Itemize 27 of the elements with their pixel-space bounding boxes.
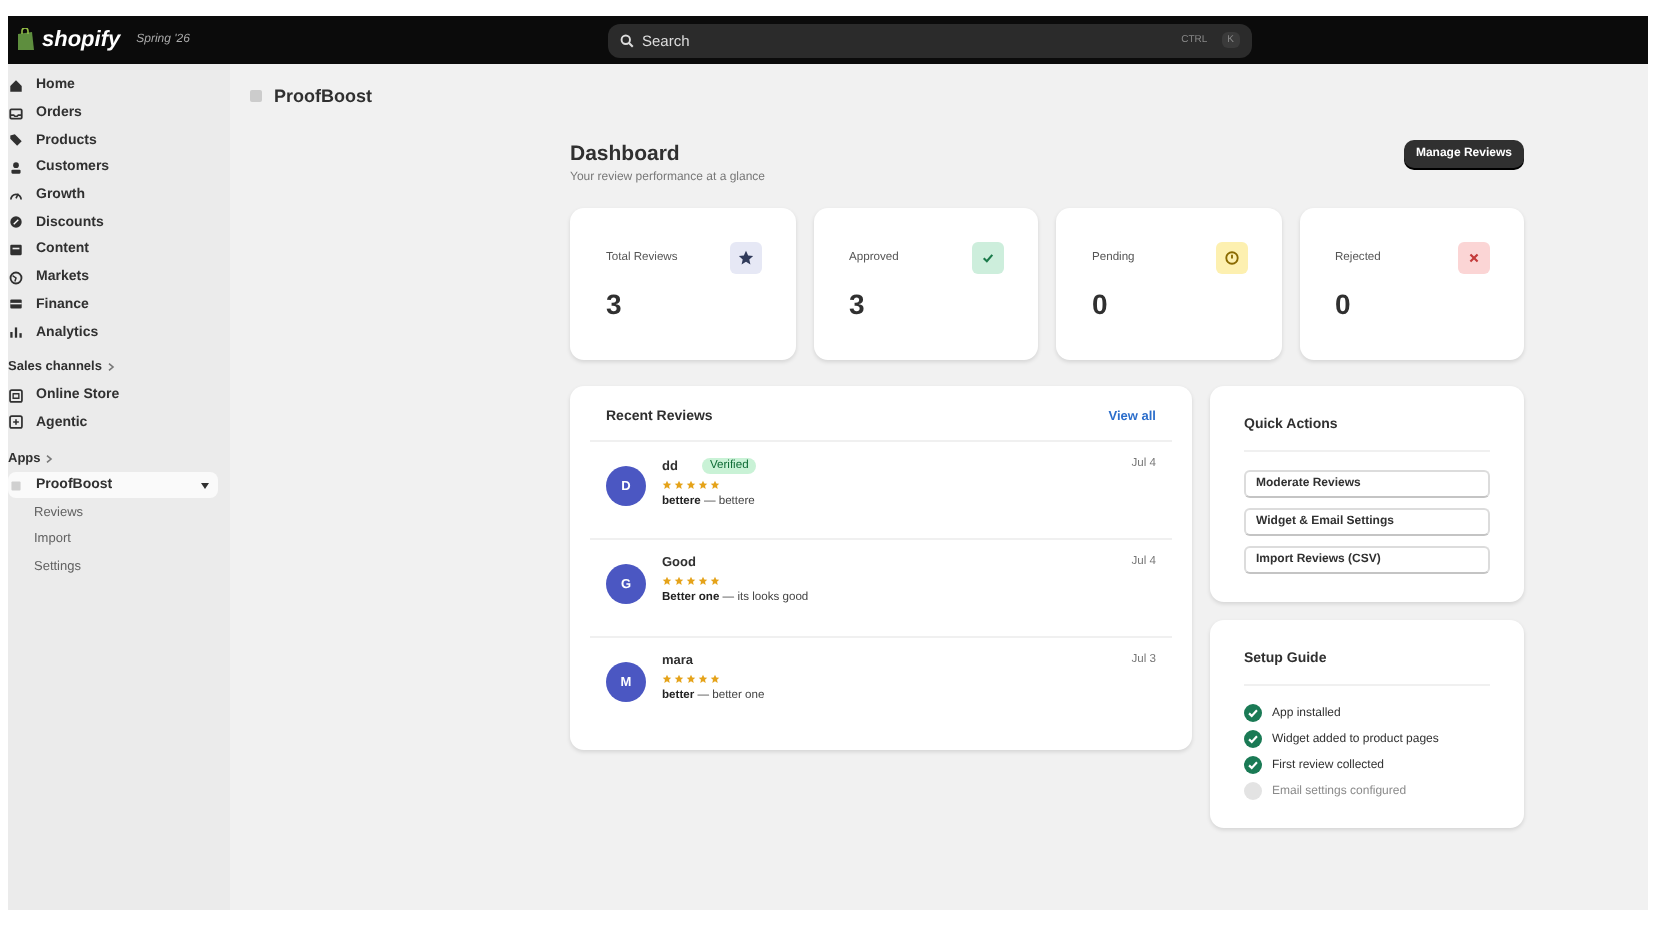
stat-value: 0 [1335,288,1353,320]
app-icon [8,477,24,494]
caret-icon [200,481,210,490]
inbox-icon [8,105,24,122]
page-title: ProofBoost [274,86,372,106]
chevron-icon [44,453,55,464]
chevron-icon [105,362,116,373]
discount-icon [8,214,24,231]
tag-icon [8,132,24,149]
check-icon [972,242,1004,274]
close-icon [1458,242,1490,274]
brand-logo[interactable]: shopify [42,28,121,52]
plus-icon [8,414,24,431]
bag-icon [16,28,36,52]
search-icon [620,33,634,47]
gauge-icon [8,187,24,204]
home-icon [8,77,24,94]
person-icon [8,159,24,176]
clock-icon [1215,242,1247,274]
stat-value: 3 [849,288,867,320]
chart-icon [8,324,24,341]
store-icon [8,387,24,404]
app-icon [250,90,262,102]
stat-value: 0 [1092,288,1110,320]
globe-icon [8,269,24,286]
dashboard-title: Dashboard [570,142,682,166]
stat-value: 3 [606,288,624,320]
